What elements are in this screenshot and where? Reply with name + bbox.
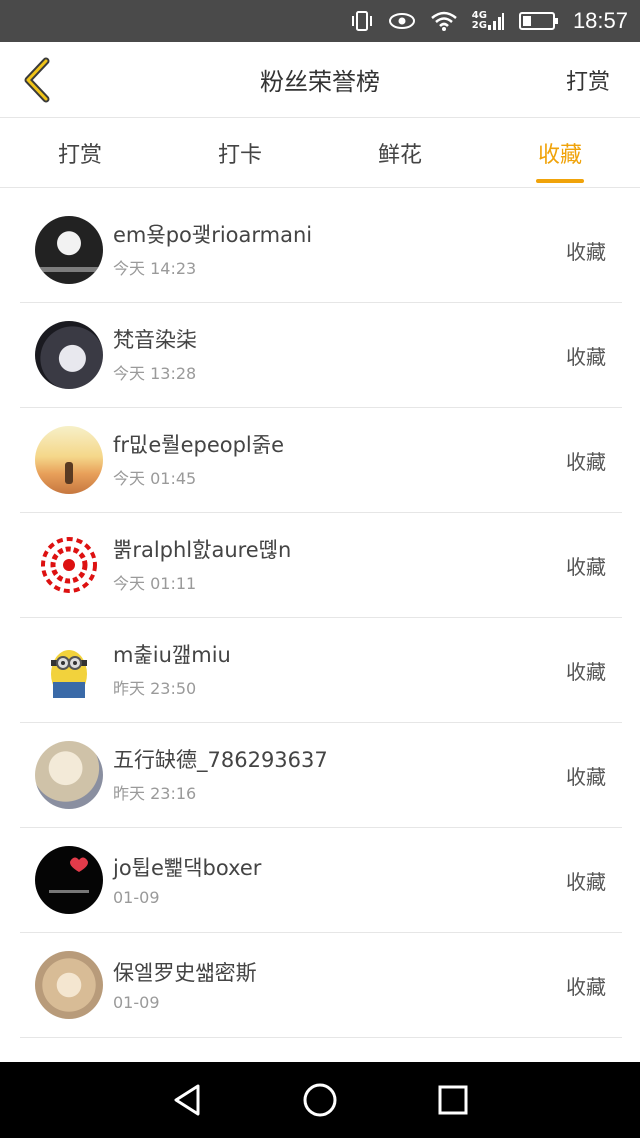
avatar <box>35 636 103 704</box>
user-name: fr밊e뤌epeopl줅e <box>113 433 285 457</box>
status-bar: 4G 2G 18:57 <box>0 0 640 42</box>
action-label: 收藏 <box>566 974 606 999</box>
action-label: 收藏 <box>566 554 606 579</box>
timestamp: 昨天 23:50 <box>113 679 197 698</box>
user-name: em욪po괯rioarmani <box>113 223 313 247</box>
action-label: 收藏 <box>566 659 606 684</box>
list-item[interactable]: em욪po괯rioarmani 今天 14:23 收藏 <box>20 198 622 303</box>
status-time: 18:57 <box>572 8 628 33</box>
user-name: jo튑e뾅댁boxer <box>113 855 262 880</box>
tab-flowers[interactable]: 鲜花 <box>320 118 480 187</box>
navigation-bar <box>0 1062 640 1138</box>
timestamp: 今天 13:28 <box>113 364 197 383</box>
action-label: 收藏 <box>566 344 606 369</box>
user-name: 梵音染柒 <box>113 328 197 352</box>
header: 粉丝荣誉榜 打赏 <box>0 42 640 118</box>
avatar <box>35 531 103 599</box>
action-label: 收藏 <box>566 239 606 264</box>
avatar <box>35 741 103 809</box>
fan-list: em욪po괯rioarmani 今天 14:23 收藏 梵音染柒 今天 13:2… <box>20 198 622 1038</box>
nav-recent-button[interactable] <box>423 1070 483 1130</box>
timestamp: 01-09 <box>113 887 160 907</box>
signal-icon: 4G 2G <box>472 10 505 32</box>
list-item[interactable]: 梵音染柒 今天 13:28 收藏 <box>20 303 622 408</box>
nav-home-button[interactable] <box>290 1070 350 1130</box>
action-label: 收藏 <box>566 764 606 789</box>
reward-button[interactable]: 打赏 <box>566 42 610 118</box>
user-name: 五行缺德_786293637 <box>113 748 328 772</box>
circle-home-icon <box>303 1083 337 1117</box>
tab-bar: 打赏 打卡 鲜花 收藏 <box>0 118 640 188</box>
chevron-left-icon <box>24 57 50 103</box>
list-item[interactable]: m춡iu깶miu 昨天 23:50 收藏 <box>20 618 622 723</box>
avatar <box>35 216 103 284</box>
user-name: m춡iu깶miu <box>113 643 231 667</box>
tab-checkin[interactable]: 打卡 <box>160 118 320 187</box>
user-name: 뿕ralphl핤aure뗺n <box>113 538 292 562</box>
network-type-bottom: 2G <box>471 20 487 31</box>
list-item[interactable]: fr밊e뤌epeopl줅e 今天 01:45 收藏 <box>20 408 622 513</box>
wifi-icon <box>430 10 458 32</box>
back-button[interactable] <box>14 56 58 104</box>
timestamp: 今天 01:45 <box>113 469 197 488</box>
list-item[interactable]: 五行缺德_786293637 昨天 23:16 收藏 <box>20 723 622 828</box>
tab-favorites[interactable]: 收藏 <box>480 118 640 187</box>
eye-icon <box>388 11 416 31</box>
action-label: 收藏 <box>566 449 606 474</box>
square-recent-icon <box>438 1085 468 1115</box>
battery-icon <box>518 11 559 31</box>
vibrate-icon <box>350 10 374 32</box>
nav-back-button[interactable] <box>157 1070 217 1130</box>
action-label: 收藏 <box>566 869 606 894</box>
timestamp: 01-09 <box>113 992 160 1012</box>
list-item[interactable]: 뿕ralphl핤aure뗺n 今天 01:11 收藏 <box>20 513 622 618</box>
timestamp: 今天 14:23 <box>113 259 197 278</box>
avatar <box>35 426 103 494</box>
avatar <box>35 846 103 914</box>
page-title: 粉丝荣誉榜 <box>260 68 380 96</box>
list-item[interactable]: jo튑e뾅댁boxer 01-09 收藏 <box>20 828 622 933</box>
triangle-back-icon <box>174 1084 200 1116</box>
timestamp: 今天 01:11 <box>113 574 197 593</box>
avatar <box>35 321 103 389</box>
timestamp: 昨天 23:16 <box>113 784 197 803</box>
tab-reward[interactable]: 打赏 <box>0 118 160 187</box>
list-item[interactable]: 保엘罗史썗密斯 01-09 收藏 <box>20 933 622 1038</box>
avatar <box>35 951 103 1019</box>
user-name: 保엘罗史썗密斯 <box>113 960 257 985</box>
